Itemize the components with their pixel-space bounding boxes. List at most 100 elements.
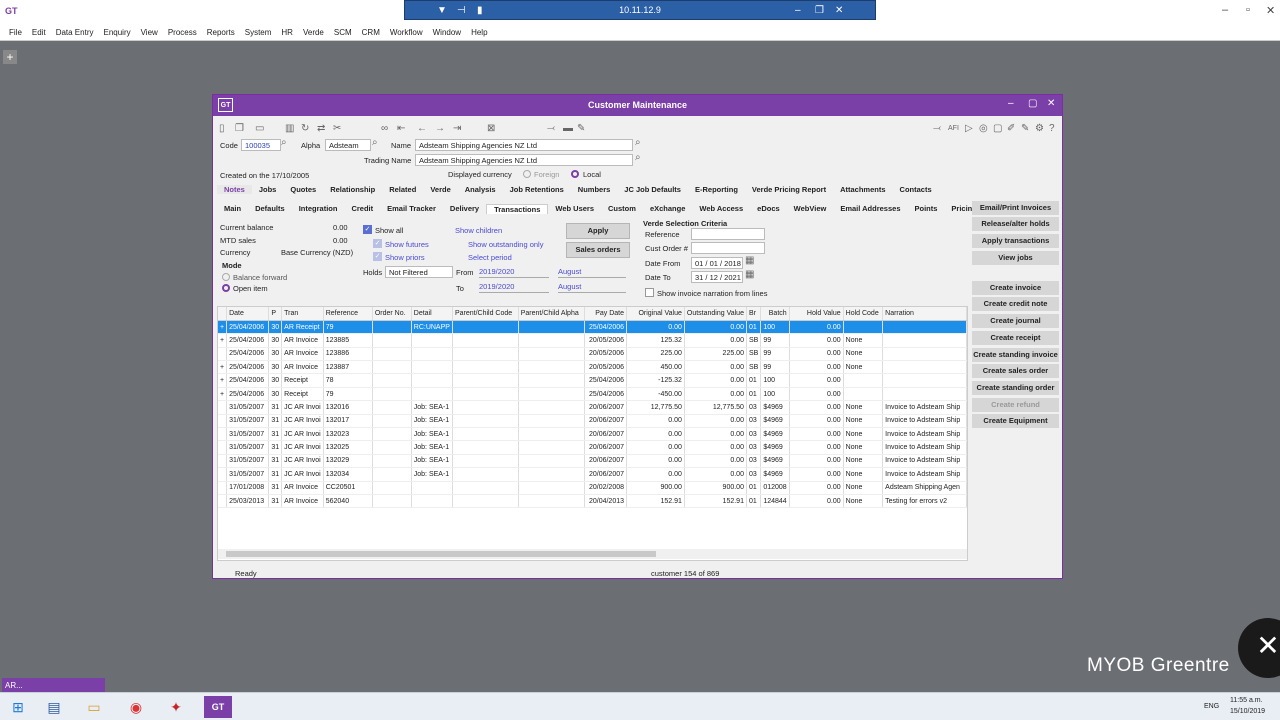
action-email-print-invoices-button[interactable]: Email/Print Invoices [972,201,1059,215]
afi-icon[interactable]: AFI [948,125,959,132]
menu-scm[interactable]: SCM [329,28,357,37]
refresh-icon[interactable]: ↻ [301,123,309,134]
table-row[interactable]: +25/04/2006 30 Receipt 78 25/04/2006 -125.32 0… [218,373,967,388]
tab-defaults[interactable]: Defaults [248,204,292,213]
last-icon[interactable]: ⇥ [453,123,461,134]
tab-custom[interactable]: Custom [601,204,643,213]
action-view-jobs-button[interactable]: View jobs [972,251,1059,265]
action-create-credit-note-button[interactable]: Create credit note [972,297,1059,311]
menu-window[interactable]: Window [428,28,466,37]
new-icon[interactable]: ▯ [219,123,225,134]
menu-file[interactable]: File [4,28,27,37]
tab-edocs[interactable]: eDocs [750,204,787,213]
menu-enquiry[interactable]: Enquiry [98,28,135,37]
scrollbar-thumb[interactable] [226,551,656,557]
greentree-taskbar-icon[interactable]: GT [204,696,232,718]
from-year-select[interactable]: 2019/2020 [479,267,549,278]
menu-verde[interactable]: Verde [298,28,329,37]
alpha-field[interactable]: Adsteam [325,139,371,151]
menu-help[interactable]: Help [466,28,492,37]
swap-icon[interactable]: ⇄ [317,123,325,134]
tab-contacts[interactable]: Contacts [893,185,939,194]
tab-delivery[interactable]: Delivery [443,204,486,213]
col-br[interactable]: Br [746,307,762,321]
to-year-select[interactable]: 2019/2020 [479,282,549,293]
tab-e-reporting[interactable]: E-Reporting [688,185,745,194]
delete-icon[interactable]: ▥ [285,123,294,134]
tab-email-tracker[interactable]: Email Tracker [380,204,443,213]
table-row[interactable]: 25/03/2013 31 AR Invoice 562040 20/04/2013 15… [218,494,967,509]
date-to-field[interactable]: 31 / 12 / 2021 [691,271,743,283]
table-row[interactable]: 31/05/2007 31 JC AR Invoi 132029 Job: SEA-1 2… [218,454,967,469]
box-icon[interactable]: ▢ [993,123,1002,134]
col-pay-date[interactable]: Pay Date [584,307,628,321]
narration-checkbox[interactable] [645,288,654,297]
action-create-refund-button[interactable]: Create refund [972,398,1059,412]
menu-crm[interactable]: CRM [357,28,385,37]
col-narration[interactable]: Narration [882,307,967,321]
tab-credit[interactable]: Credit [344,204,380,213]
table-row[interactable]: +25/04/2006 30 AR Invoice 123887 20/05/2006 4… [218,360,967,375]
tab-numbers[interactable]: Numbers [571,185,618,194]
pin-icon[interactable]: ⊣ [457,5,466,16]
first-icon[interactable]: ⇤ [397,123,405,134]
gear-icon[interactable]: ⚙ [1035,123,1044,134]
truck-icon[interactable]: ▬ [563,123,573,134]
tab-web-access[interactable]: Web Access [692,204,750,213]
window-minimize-icon[interactable]: – [1008,98,1014,109]
cust-order-field[interactable] [691,242,765,254]
action-create-standing-invoice-button[interactable]: Create standing invoice [972,348,1059,362]
tab-verde-pricing-report[interactable]: Verde Pricing Report [745,185,833,194]
code-field[interactable]: 100035 [241,139,281,151]
trading-name-field[interactable]: Adsteam Shipping Agencies NZ Ltd [415,154,633,166]
tab-relationship[interactable]: Relationship [323,185,382,194]
name-field[interactable]: Adsteam Shipping Agencies NZ Ltd [415,139,633,151]
table-row[interactable]: +25/04/2006 30 AR Invoice 123885 20/05/2006 1… [218,333,967,348]
col-parent-child-code[interactable]: Parent/Child Code [452,307,519,321]
dropdown-icon[interactable]: ▼ [437,5,447,16]
alpha-search-icon[interactable]: ⌕ [372,137,378,148]
tab-verde[interactable]: Verde [423,185,457,194]
trading-search-icon[interactable]: ⌕ [635,152,641,163]
col-detail[interactable]: Detail [411,307,453,321]
action-create-standing-order-button[interactable]: Create standing order [972,381,1059,395]
arrow-left-icon[interactable]: ⤙ [933,123,941,134]
col-order-no-[interactable]: Order No. [372,307,412,321]
close-icon[interactable]: ✕ [1266,4,1275,17]
action-apply-transactions-button[interactable]: Apply transactions [972,234,1059,248]
show-futures-checkbox[interactable]: ✓ [373,239,382,248]
menu-workflow[interactable]: Workflow [385,28,428,37]
from-month-select[interactable]: August [558,267,626,278]
table-row[interactable]: 31/05/2007 31 JC AR Invoi 132023 Job: SEA-1 2… [218,427,967,442]
date-to-calendar-icon[interactable]: ▦ [745,269,754,280]
to-month-select[interactable]: August [558,282,626,293]
code-search-icon[interactable]: ⌕ [281,137,287,148]
save-icon[interactable]: ▭ [255,123,264,134]
local-radio[interactable] [571,170,579,178]
app-icon[interactable]: ✦ [162,696,190,718]
menu-reports[interactable]: Reports [202,28,240,37]
table-row[interactable]: +25/04/2006 30 Receipt 79 25/04/2006 -450.00 0… [218,387,967,402]
table-row[interactable]: +25/04/2006 30 AR Receipt 79 RC:UNAPP 25/04/2… [218,320,967,335]
tab-main[interactable]: Main [217,204,248,213]
window-maximize-icon[interactable]: ▢ [1028,98,1037,109]
language-indicator[interactable]: ENG [1204,703,1219,710]
balance-forward-radio[interactable] [222,273,230,281]
col-batch[interactable]: Batch [760,307,790,321]
rdp-restore-icon[interactable]: ❐ [815,5,824,16]
clip-icon[interactable]: ✐ [1007,123,1015,134]
play-icon[interactable]: ▷ [965,123,973,134]
name-search-icon[interactable]: ⌕ [635,137,641,148]
tools-icon[interactable]: ✂ [333,123,341,134]
action-create-invoice-button[interactable]: Create invoice [972,281,1059,295]
copy-icon[interactable]: ❐ [235,123,244,134]
sales-orders-button[interactable]: Sales orders [566,242,630,258]
tab-analysis[interactable]: Analysis [458,185,503,194]
date-from-field[interactable]: 01 / 01 / 2018 [691,257,743,269]
apply-button[interactable]: Apply [566,223,630,239]
table-row[interactable]: 25/04/2006 30 AR Invoice 123886 20/05/2006 22… [218,347,967,362]
action-create-receipt-button[interactable]: Create receipt [972,331,1059,345]
tab-points[interactable]: Points [908,204,945,213]
pen-icon[interactable]: ✎ [577,123,585,134]
new-tab-icon[interactable]: + [3,50,17,64]
